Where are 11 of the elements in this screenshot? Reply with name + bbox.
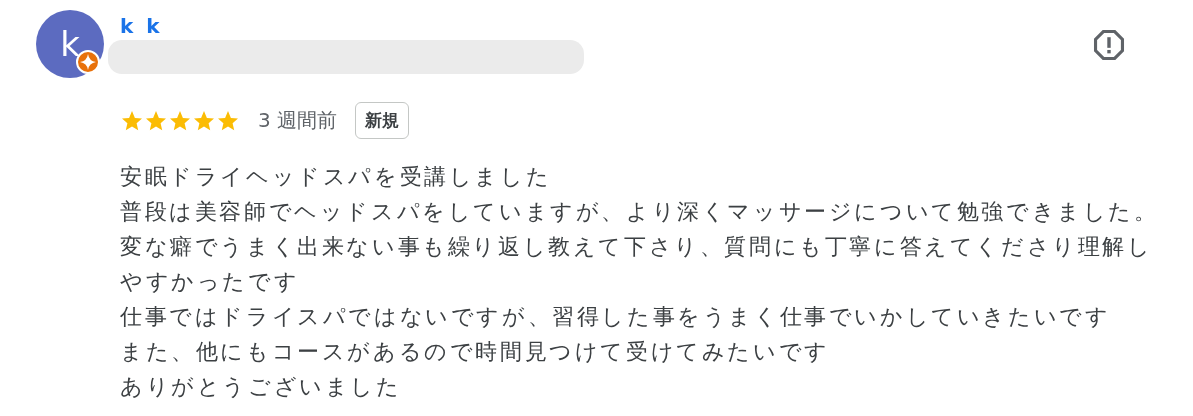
review-time: 3 週間前: [258, 107, 338, 134]
review-text: 仕事ではドライスパではないですが、習得した事をうまく仕事でいかしていきたいです: [120, 303, 1112, 331]
report-icon[interactable]: [1092, 28, 1126, 62]
review-text: 安眠ドライヘッドスパを受講しました: [120, 163, 553, 191]
review-text: 普段は美容師でヘッドスパをしていますが、より深くマッサージについて勉強できました。: [120, 198, 1160, 226]
new-badge: 新規: [355, 102, 410, 139]
review-text: ありがとうございました: [120, 373, 403, 401]
review-text: 変な癖でうまく出来ない事も繰り返し教えて下さり、質問にも丁寧に答えてくださり理解しやすかったです: [120, 233, 1154, 296]
review-text: また、他にもコースがあるので時間見つけて受けてみたいです: [120, 338, 831, 366]
reviewer-name[interactable]: k k: [120, 14, 163, 38]
avatar[interactable]: k: [36, 10, 104, 78]
